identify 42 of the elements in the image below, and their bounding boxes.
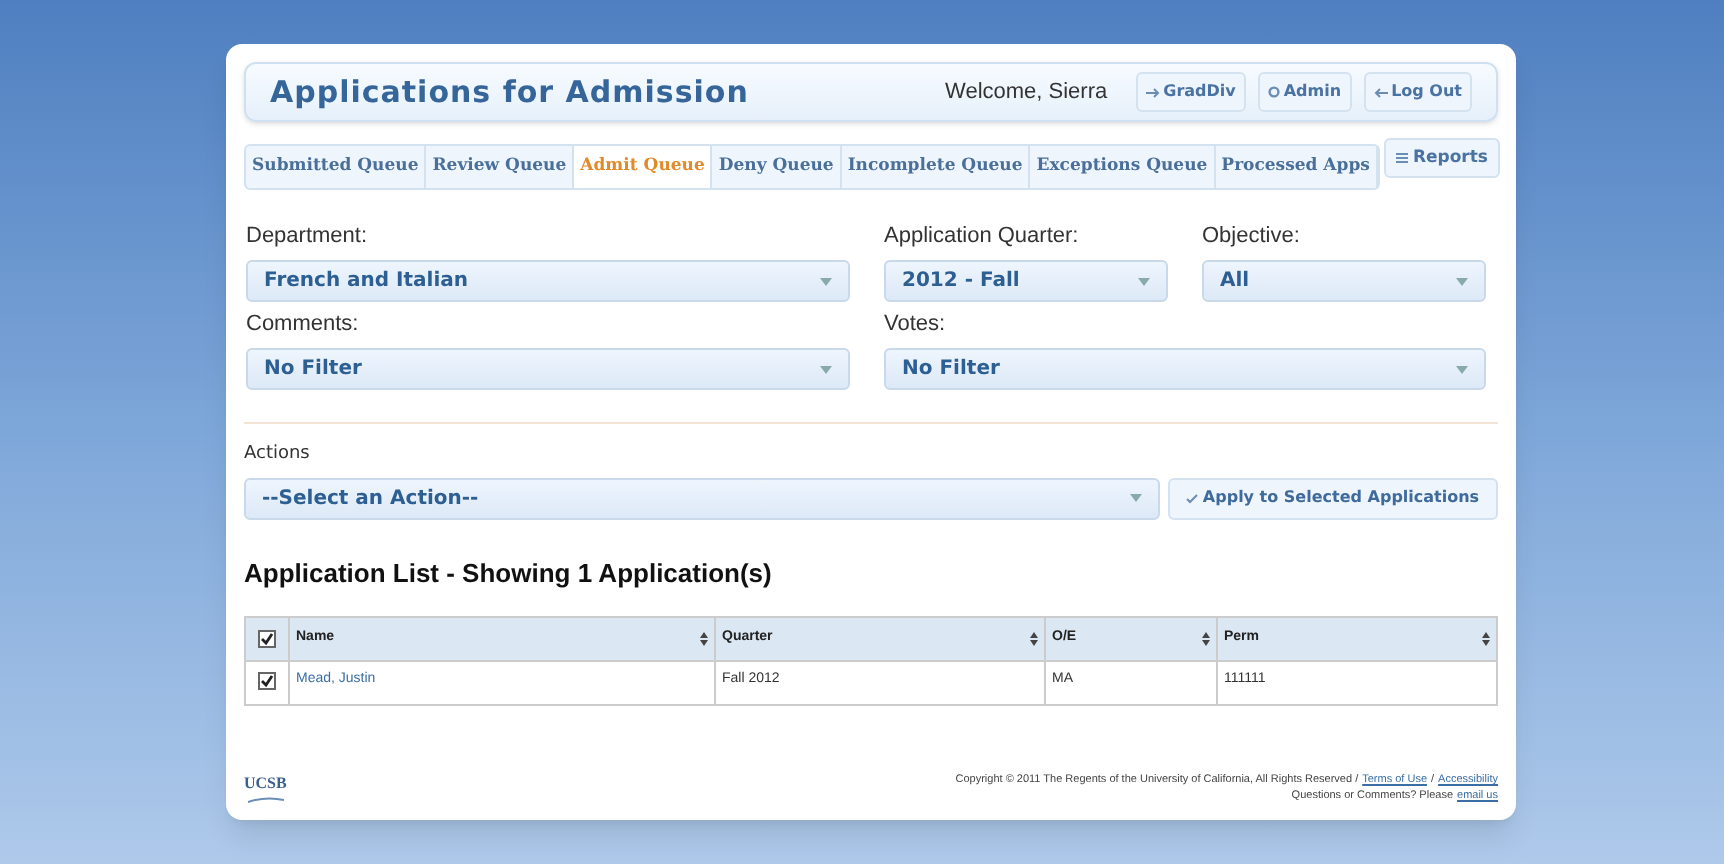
header-button[interactable]: GradDiv: [1135, 72, 1246, 112]
arrow-icon: [1145, 87, 1160, 97]
select-field[interactable]: 2012 - Fall: [884, 260, 1168, 302]
caret-icon: [1130, 494, 1142, 502]
list-title: Application List - Showing 1 Application(s): [244, 555, 774, 592]
queue-tab[interactable]: Exceptions Queue: [1030, 146, 1216, 188]
header-button[interactable]: Log Out: [1363, 72, 1472, 112]
caret-icon: [1456, 365, 1468, 373]
field-label: Comments:: [246, 314, 361, 336]
field-label: Department:: [246, 226, 370, 248]
field-label: Objective:: [1202, 226, 1302, 248]
caret-icon: [820, 365, 832, 373]
field-label: Application Quarter:: [884, 226, 1081, 248]
arrow-icon: [1373, 87, 1388, 97]
sort-icon: [1482, 632, 1490, 646]
select-field[interactable]: All: [1202, 260, 1486, 302]
header-button[interactable]: Admin: [1257, 72, 1352, 112]
sort-icon: [700, 632, 708, 646]
select-field[interactable]: No Filter: [246, 348, 850, 390]
reports-button[interactable]: Reports: [1384, 138, 1500, 178]
apply-button[interactable]: Apply to Selected Applications: [1168, 477, 1498, 519]
queue-tab[interactable]: Processed Apps: [1215, 146, 1378, 188]
queue-tab[interactable]: Deny Queue: [712, 146, 842, 188]
checkbox[interactable]: [258, 630, 276, 648]
caret-icon: [820, 277, 832, 285]
page-title: Applications for Admission: [270, 71, 749, 114]
field-label: Votes:: [884, 314, 948, 336]
select-field[interactable]: No Filter: [884, 348, 1486, 390]
actions-label: Actions: [244, 442, 312, 468]
checkbox[interactable]: [258, 672, 276, 690]
list-icon: [1396, 152, 1409, 164]
sort-icon: [1202, 632, 1210, 646]
sort-icon: [1030, 632, 1038, 646]
select-field[interactable]: --Select an Action--: [244, 477, 1160, 519]
select-field[interactable]: French and Italian: [246, 260, 850, 302]
logo: UCSB: [244, 772, 287, 804]
queue-tab[interactable]: Incomplete Queue: [841, 146, 1031, 188]
caret-icon: [1138, 277, 1150, 285]
queue-tab[interactable]: Submitted Queue: [246, 146, 427, 188]
caret-icon: [1456, 277, 1468, 285]
check-icon: [1186, 493, 1199, 503]
welcome-text: Welcome, Sierra: [945, 77, 1108, 108]
